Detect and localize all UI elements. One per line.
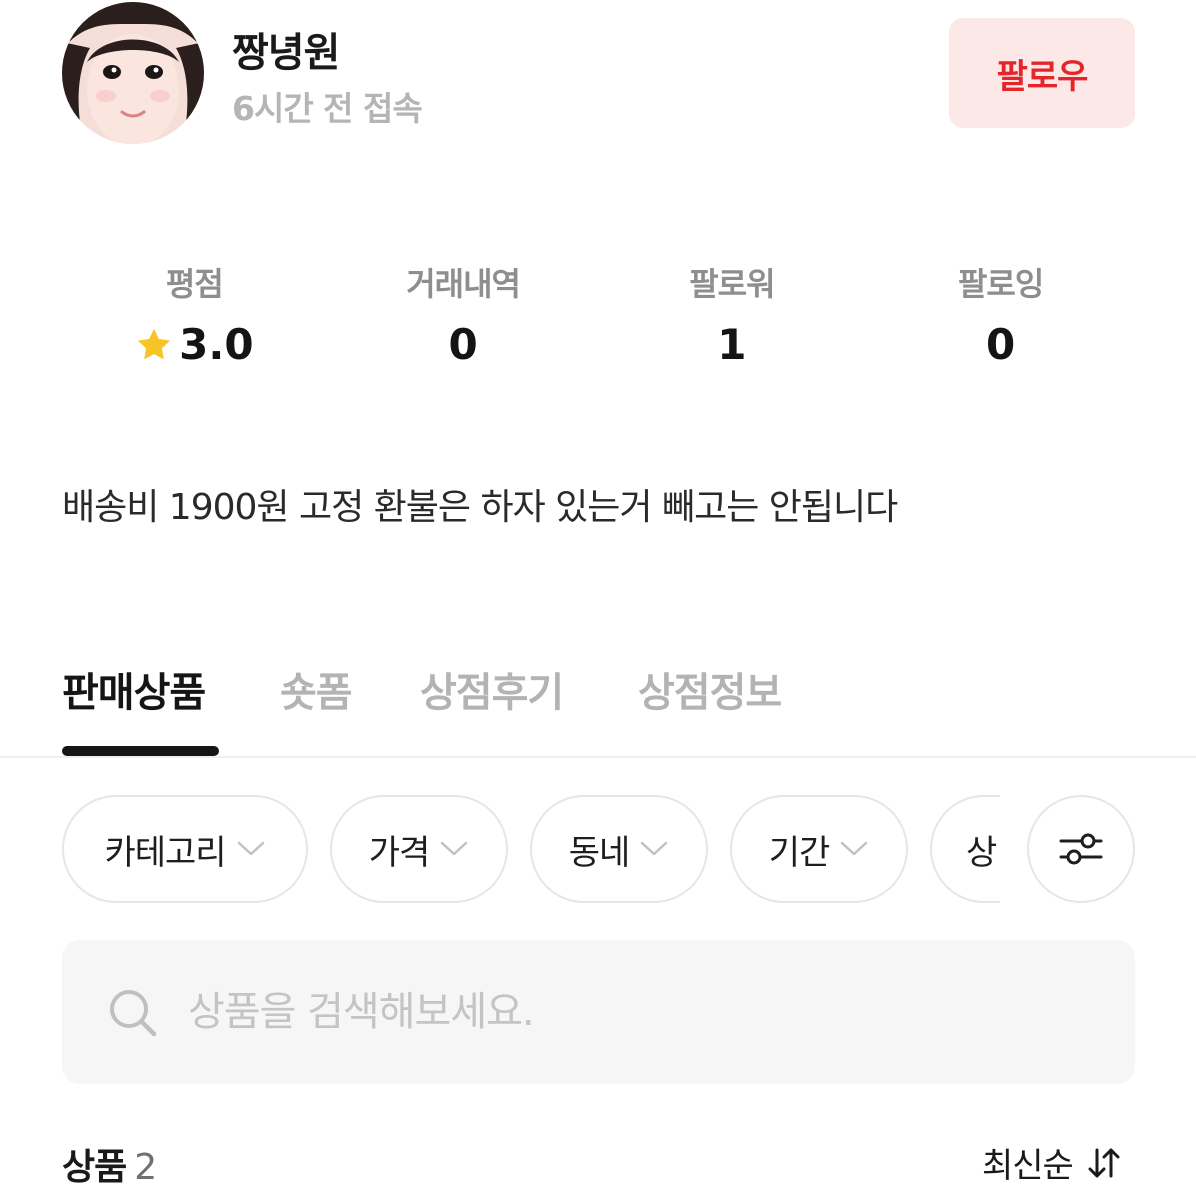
chevron-down-icon bbox=[841, 841, 868, 856]
filter-category-label: 카테고리 bbox=[104, 832, 226, 873]
stat-followers-value: 1 bbox=[717, 320, 747, 369]
filter-neighborhood-label: 동네 bbox=[568, 832, 631, 873]
stat-transactions[interactable]: 거래내역 0 bbox=[329, 258, 598, 378]
stat-followers[interactable]: 팔로워 1 bbox=[598, 258, 867, 378]
stat-rating-value-row: 3.0 bbox=[60, 310, 329, 380]
sort-button[interactable]: 최신순 bbox=[982, 1138, 1121, 1187]
shop-bio: 배송비 1900원 고정 환불은 하자 있는거 빼고는 안됩니다 bbox=[62, 487, 898, 528]
filter-chips: 카테고리 가격 동네 기간 상 bbox=[62, 795, 1000, 905]
star-icon bbox=[138, 328, 171, 360]
filter-price[interactable]: 가격 bbox=[330, 795, 508, 903]
search-icon bbox=[110, 990, 157, 1037]
sliders-icon bbox=[1059, 833, 1103, 865]
avatar[interactable] bbox=[62, 2, 204, 144]
products-label: 상품 bbox=[62, 1147, 127, 1188]
stat-rating-value: 3.0 bbox=[179, 320, 254, 369]
stat-transactions-label: 거래내역 bbox=[406, 265, 521, 303]
last-seen-status: 6시간 전 접속 bbox=[232, 89, 423, 128]
tab-bar: 판매상품 숏폼 상점후기 상점정보 bbox=[0, 650, 1196, 758]
stat-transactions-value: 0 bbox=[448, 320, 478, 369]
filter-period-label: 기간 bbox=[768, 832, 831, 873]
filter-settings-button[interactable] bbox=[1027, 795, 1135, 903]
filter-category[interactable]: 카테고리 bbox=[62, 795, 308, 903]
product-search-bar bbox=[62, 940, 1135, 1084]
products-count: 2 bbox=[134, 1147, 157, 1188]
filter-status-label: 상 bbox=[966, 832, 997, 873]
profile-stats: 평점 3.0 거래내역 0 팔로워 1 팔로잉 0 bbox=[60, 258, 1135, 378]
search-input[interactable] bbox=[188, 970, 1088, 1054]
stat-rating-label: 평점 bbox=[165, 265, 224, 303]
sort-arrows-icon bbox=[1088, 1148, 1120, 1177]
sort-label: 최신순 bbox=[982, 1146, 1074, 1186]
stat-followers-label: 팔로워 bbox=[689, 265, 775, 303]
filter-price-label: 가격 bbox=[368, 832, 431, 873]
chevron-down-icon bbox=[441, 841, 468, 856]
tab-shop-info[interactable]: 상점정보 bbox=[638, 660, 782, 718]
tab-reviews[interactable]: 상점후기 bbox=[420, 660, 564, 718]
chevron-down-icon bbox=[237, 841, 264, 856]
products-header: 상품 2 bbox=[62, 1138, 157, 1190]
tab-shortform[interactable]: 숏폼 bbox=[280, 660, 353, 718]
chevron-down-icon bbox=[641, 841, 668, 856]
filter-status[interactable]: 상 bbox=[930, 795, 1000, 903]
stat-following-label: 팔로잉 bbox=[957, 265, 1044, 303]
filter-neighborhood[interactable]: 동네 bbox=[530, 795, 708, 903]
filter-period[interactable]: 기간 bbox=[730, 795, 908, 903]
avatar-image bbox=[62, 2, 204, 144]
stat-rating[interactable]: 평점 3.0 bbox=[60, 258, 329, 378]
profile-name: 짱녕원 bbox=[232, 30, 340, 76]
follow-button[interactable]: 팔로우 bbox=[949, 18, 1135, 128]
active-tab-indicator bbox=[62, 746, 219, 756]
stat-following-value: 0 bbox=[986, 320, 1016, 369]
tab-products[interactable]: 판매상품 bbox=[62, 660, 206, 718]
stat-following[interactable]: 팔로잉 0 bbox=[866, 258, 1135, 378]
